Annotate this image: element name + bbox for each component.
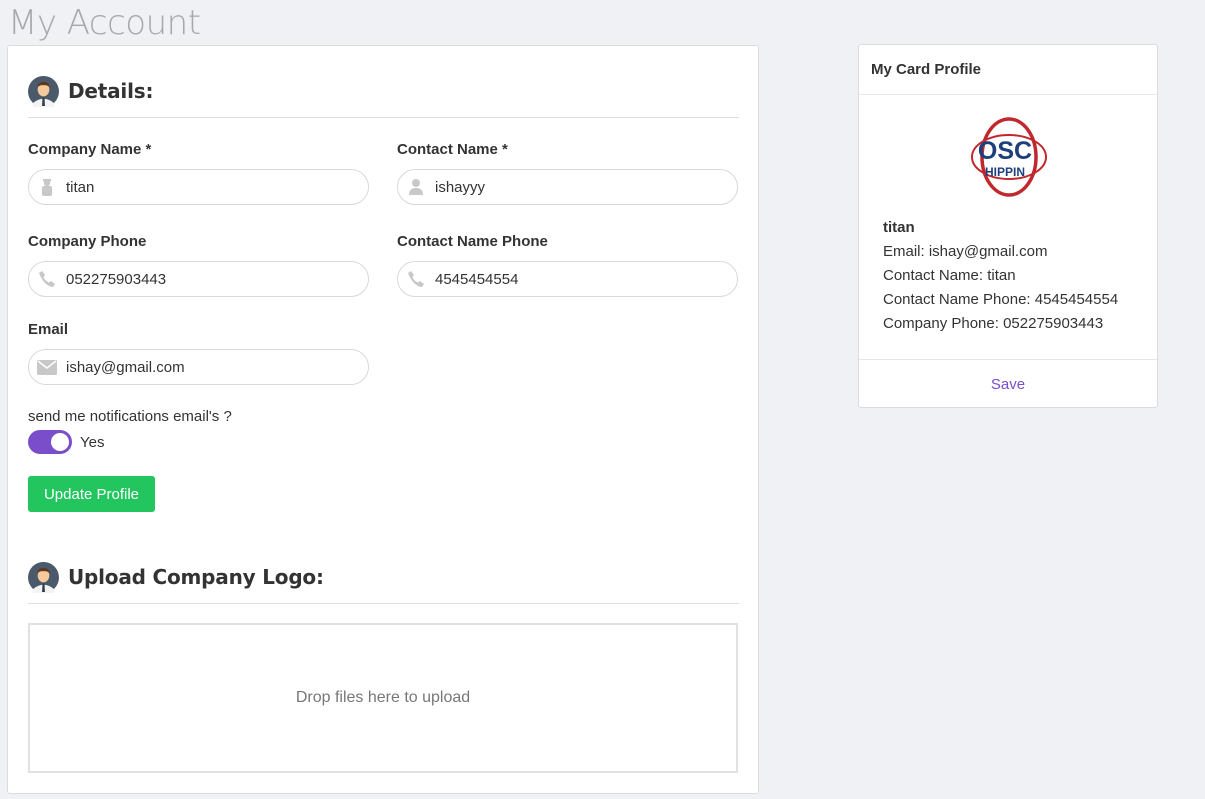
card-contact-name: Contact Name: titan (883, 267, 1016, 284)
company-name-label: Company Name * (28, 141, 152, 158)
email-label: Email (28, 321, 69, 338)
user-icon (406, 177, 426, 197)
notifications-toggle[interactable] (28, 430, 72, 454)
card-contact-phone: Contact Name Phone: 4545454554 (883, 291, 1119, 308)
company-logo-image: OSC HIPPIN (971, 117, 1047, 197)
notifications-toggle-text: Yes (80, 434, 105, 451)
envelope-icon (37, 357, 57, 377)
contact-name-label: Contact Name * (397, 141, 508, 158)
account-details-card: Details: Company Name * titan Contact Na… (7, 45, 759, 794)
upload-heading: Upload Company Logo: (68, 565, 324, 589)
contact-name-input[interactable]: ishayyy (397, 169, 738, 205)
update-profile-button[interactable]: Update Profile (28, 476, 155, 512)
card-email: Email: ishay@gmail.com (883, 243, 1048, 260)
phone-icon (37, 269, 57, 289)
phone-icon (406, 269, 426, 289)
user-avatar-icon (28, 562, 59, 593)
details-heading: Details: (68, 79, 154, 103)
email-value: ishay@gmail.com (66, 358, 185, 376)
contact-phone-input[interactable]: 4545454554 (397, 261, 738, 297)
card-profile-title: My Card Profile (859, 45, 1157, 95)
company-phone-label: Company Phone (28, 233, 147, 250)
svg-text:HIPPIN: HIPPIN (985, 165, 1025, 179)
card-company-phone: Company Phone: 052275903443 (883, 315, 1104, 332)
user-avatar-icon (28, 76, 59, 107)
notifications-label: send me notifications email's ? (28, 408, 232, 425)
company-name-value: titan (66, 178, 95, 196)
page-title: My Account (8, 3, 201, 43)
dropzone-text: Drop files here to upload (295, 689, 471, 706)
details-section-header: Details: (28, 76, 739, 118)
card-profile-panel: My Card Profile OSC HIPPIN titan Email: … (858, 44, 1158, 408)
save-button[interactable]: Save (859, 359, 1157, 408)
logo-dropzone[interactable]: Drop files here to upload (28, 623, 738, 773)
company-name-input[interactable]: titan (28, 169, 369, 205)
building-icon (37, 177, 57, 197)
svg-text:OSC: OSC (978, 137, 1032, 165)
card-company-name: titan (883, 219, 915, 236)
company-phone-value: 052275903443 (66, 270, 167, 288)
contact-name-value: ishayyy (435, 178, 486, 196)
upload-section-header: Upload Company Logo: (28, 562, 739, 604)
toggle-knob (51, 433, 69, 451)
contact-phone-label: Contact Name Phone (397, 233, 548, 250)
email-input[interactable]: ishay@gmail.com (28, 349, 369, 385)
contact-phone-value: 4545454554 (435, 270, 519, 288)
company-phone-input[interactable]: 052275903443 (28, 261, 369, 297)
